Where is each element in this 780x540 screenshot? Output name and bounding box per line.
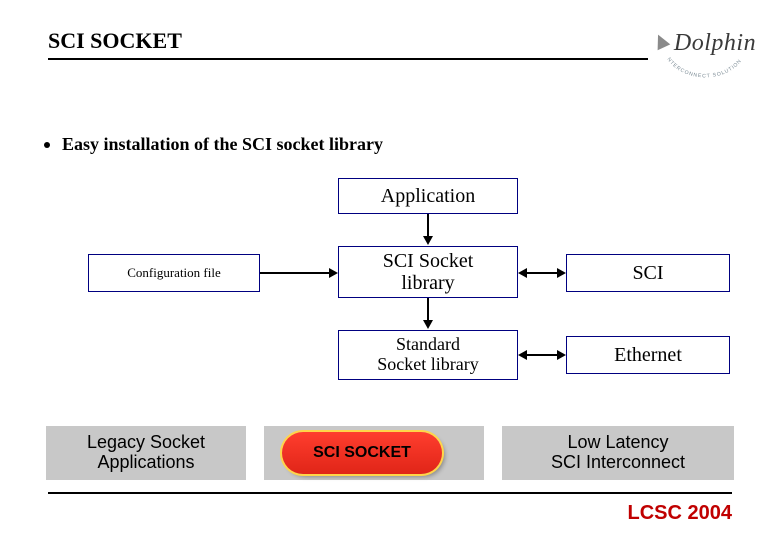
dolphin-fin-icon [652,32,671,51]
sci-socket-pill-label: SCI SOCKET [313,444,411,462]
arrow-socketlib-to-stdlib [423,298,433,329]
tile-low-latency-label: Low Latency SCI Interconnect [551,433,685,473]
box-ethernet: Ethernet [566,336,730,374]
footer-text: LCSC 2004 [628,502,733,525]
tile-legacy-socket-apps: Legacy Socket Applications [46,426,246,480]
brand-logo: Dolphin INTERCONNECT SOLUTIONS [640,30,770,83]
slide: SCI SOCKET Dolphin INTERCONNECT SOLUTION… [0,0,780,540]
arrow-socketlib-to-sci [518,268,566,278]
brand-tagline-arc: INTERCONNECT SOLUTIONS [660,55,750,83]
box-application-label: Application [381,185,475,207]
box-standard-socket-library-label: Standard Socket library [377,335,478,375]
box-sci: SCI [566,254,730,292]
svg-text:INTERCONNECT SOLUTIONS: INTERCONNECT SOLUTIONS [661,55,743,79]
box-sci-label: SCI [632,262,663,284]
bottom-band: Legacy Socket Applications SCI SOCKET Lo… [46,426,734,480]
box-config-file: Configuration file [88,254,260,292]
arrow-config-to-socketlib [260,268,338,278]
tile-sci-socket: SCI SOCKET [264,426,484,480]
box-sci-socket-library-label: SCI Socket library [383,250,474,294]
box-standard-socket-library: Standard Socket library [338,330,518,380]
brand-name: Dolphin [674,30,756,56]
arrow-stdlib-to-ethernet [518,350,566,360]
box-config-file-label: Configuration file [127,266,221,280]
title-rule [48,58,648,60]
bullet-icon [44,142,50,148]
sci-socket-pill: SCI SOCKET [282,432,442,474]
footer-rule [48,492,732,494]
box-ethernet-label: Ethernet [614,344,682,366]
box-application: Application [338,178,518,214]
tile-low-latency: Low Latency SCI Interconnect [502,426,734,480]
arrow-app-to-socketlib [423,214,433,245]
box-sci-socket-library: SCI Socket library [338,246,518,298]
slide-title: SCI SOCKET [48,28,182,54]
tile-legacy-label: Legacy Socket Applications [87,433,205,473]
bullet-text: Easy installation of the SCI socket libr… [62,134,383,155]
